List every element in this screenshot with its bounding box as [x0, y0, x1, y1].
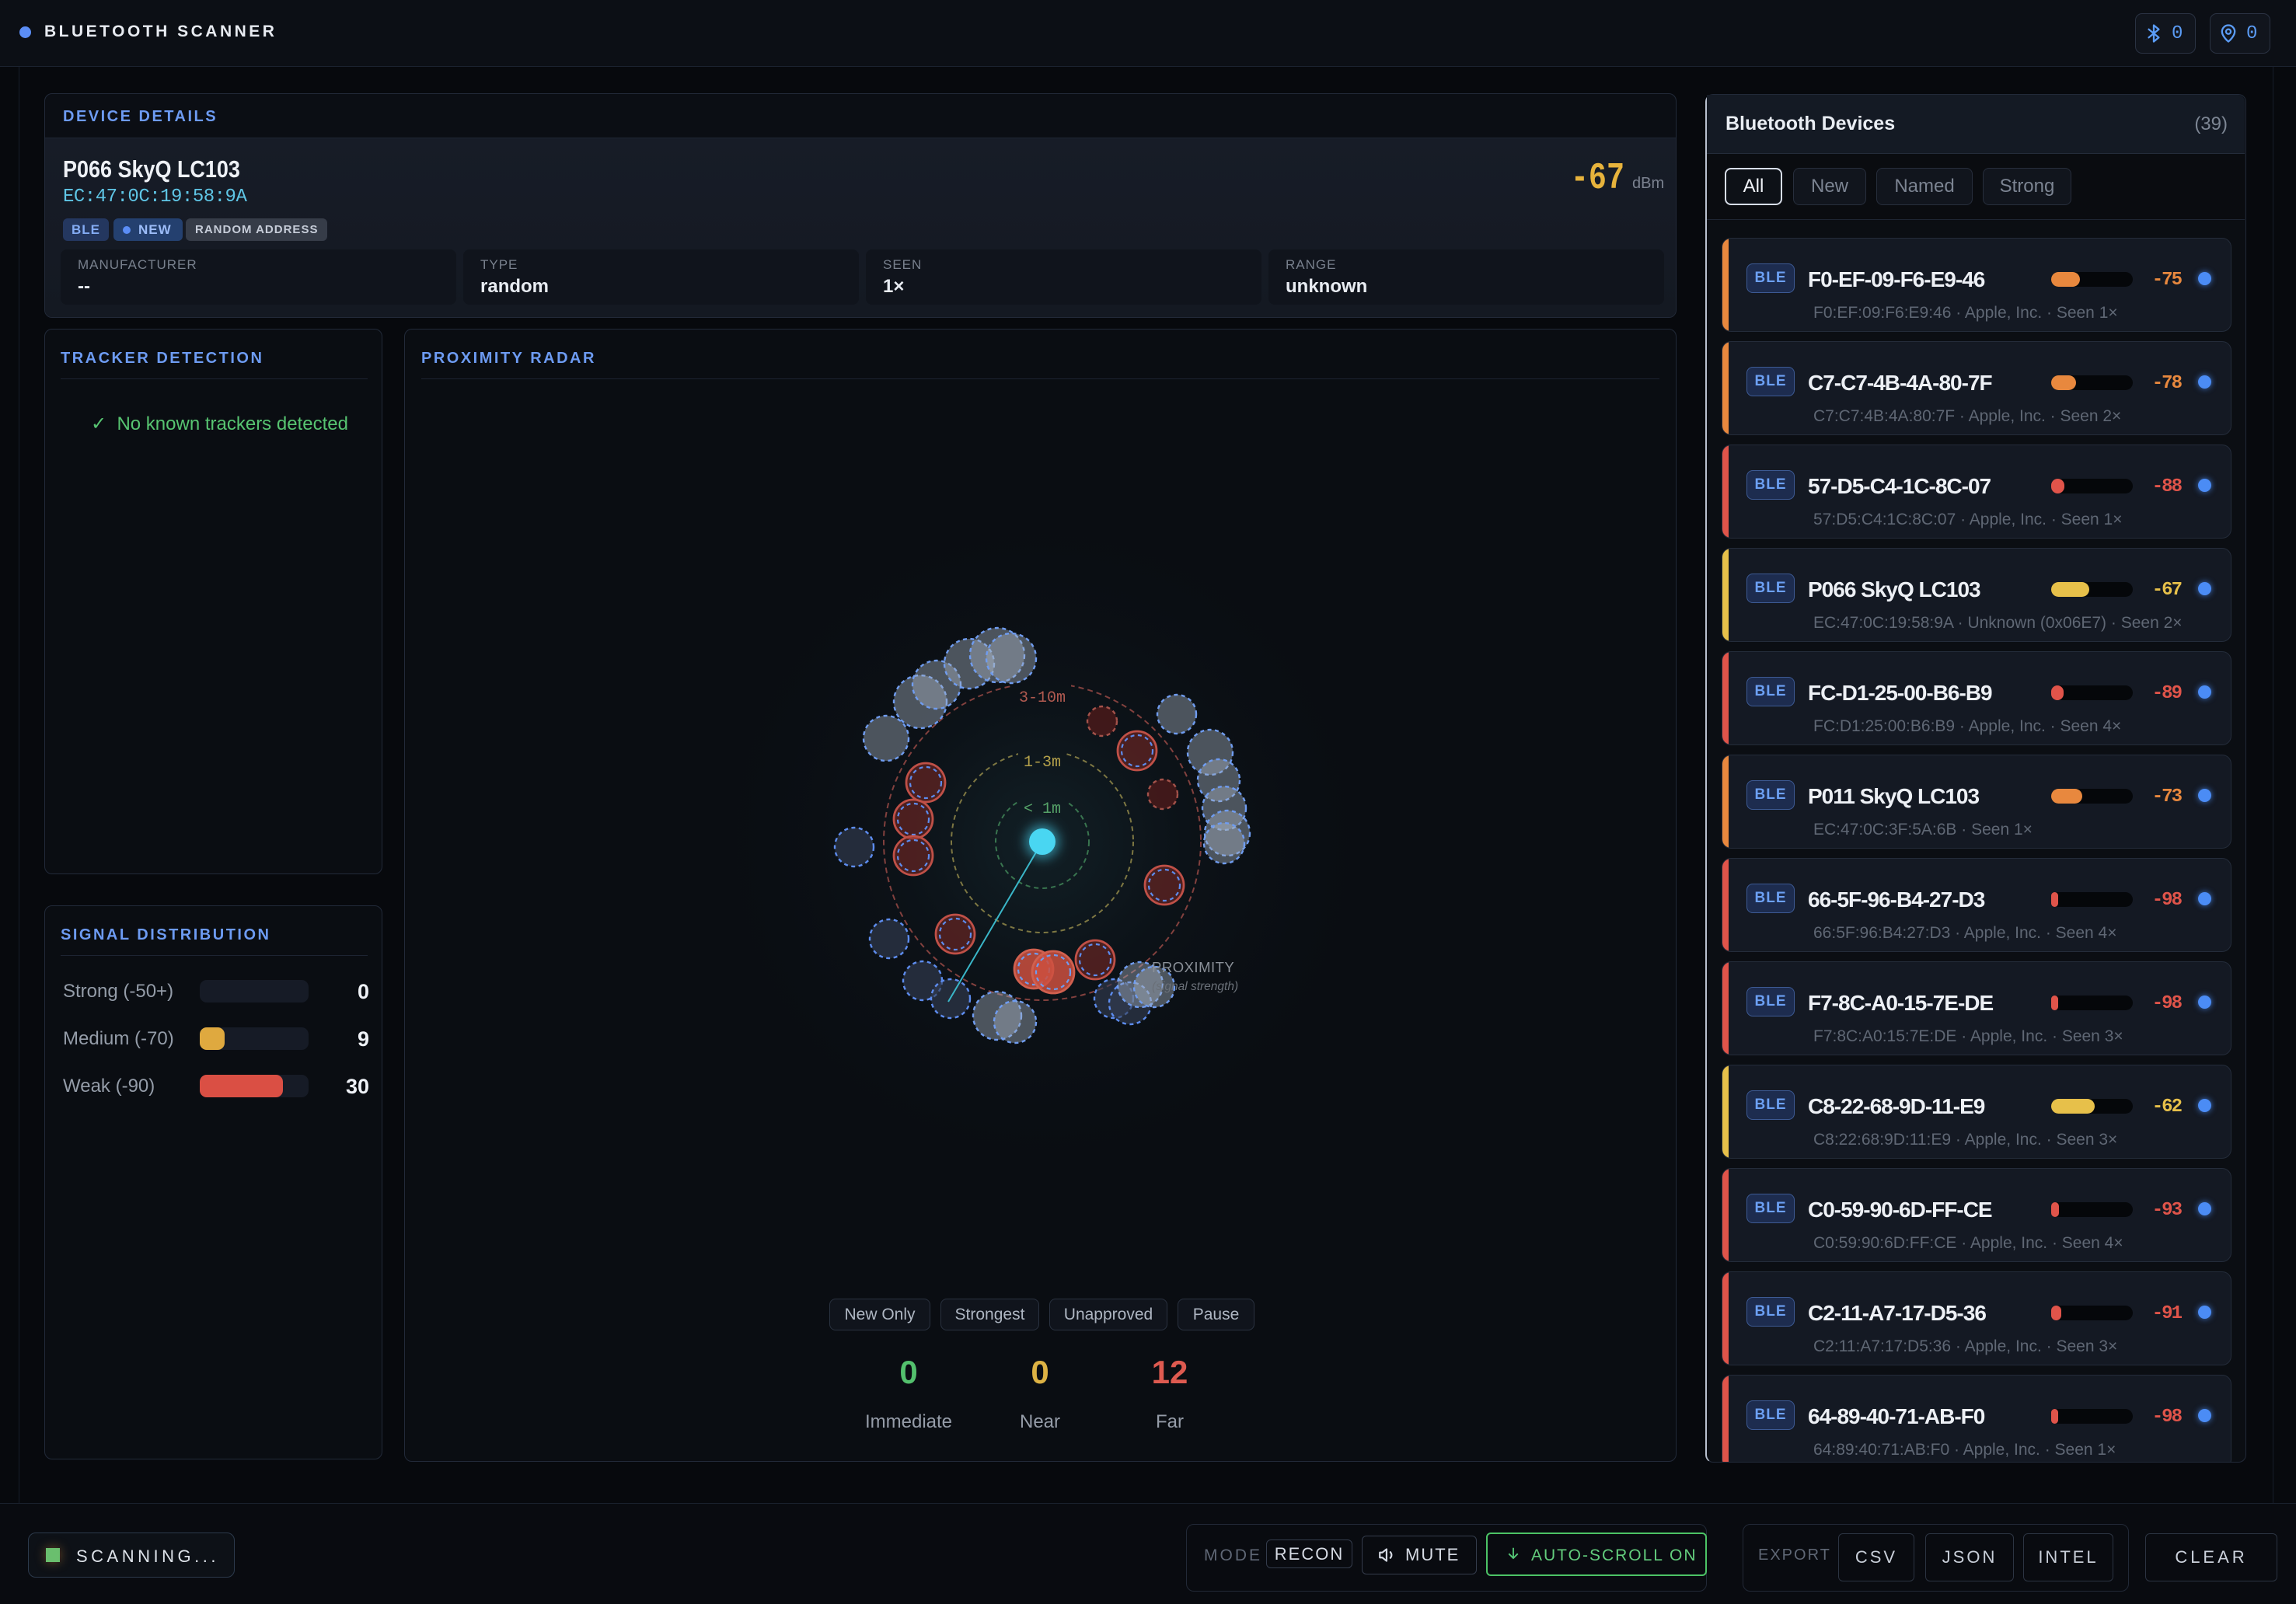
svg-text:1-3m: 1-3m	[1024, 754, 1061, 772]
svg-text:3-10m: 3-10m	[1019, 689, 1066, 707]
svg-text:PROXIMITY: PROXIMITY	[1152, 959, 1234, 975]
svg-text:(signal strength): (signal strength)	[1152, 980, 1238, 993]
svg-text:< 1m: < 1m	[1024, 800, 1061, 818]
